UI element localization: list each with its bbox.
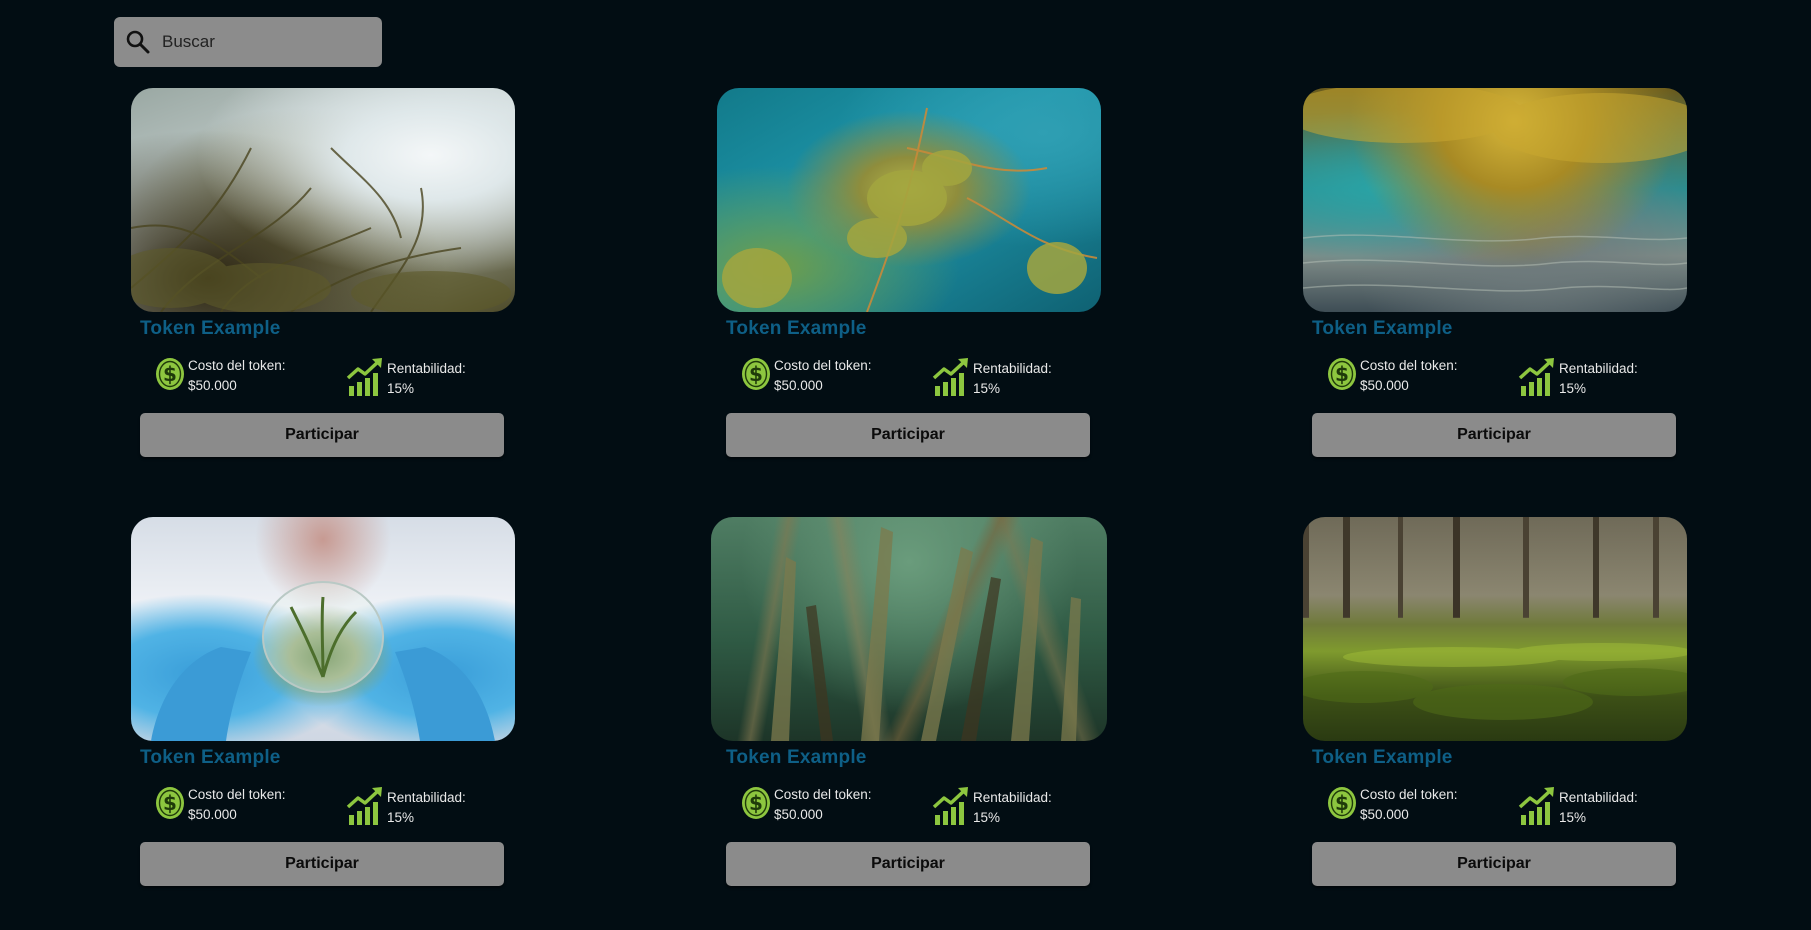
cost-value: $50.000: [774, 807, 823, 822]
token-profitability: Rentabilidad: 15%: [1518, 356, 1638, 401]
token-title: Token Example: [1312, 747, 1453, 768]
svg-text:$: $: [1335, 362, 1349, 386]
growth-chart-icon: [346, 785, 384, 830]
token-title: Token Example: [140, 318, 281, 339]
token-profitability: Rentabilidad: 15%: [932, 785, 1052, 830]
token-cost: $ Costo del token: $50.000: [155, 356, 286, 396]
token-profitability: Rentabilidad: 15%: [346, 785, 466, 830]
svg-text:$: $: [163, 791, 177, 815]
svg-text:$: $: [749, 362, 763, 386]
profit-label: Rentabilidad:: [973, 360, 1052, 376]
cost-label: Costo del token:: [774, 358, 872, 373]
token-card: Token Example $ Costo del token: $50.000: [131, 88, 531, 478]
participate-button[interactable]: Participar: [140, 413, 504, 457]
profit-value: 15%: [1559, 809, 1587, 825]
token-cost: $ Costo del token: $50.000: [741, 356, 872, 396]
growth-chart-icon: [932, 356, 970, 401]
participate-button[interactable]: Participar: [1312, 413, 1676, 457]
token-image-swamp-algae: [1303, 517, 1687, 741]
dollar-coin-icon: $: [1327, 786, 1357, 825]
token-cost: $ Costo del token: $50.000: [1327, 785, 1458, 825]
cost-label: Costo del token:: [188, 358, 286, 373]
growth-chart-icon: [932, 785, 970, 830]
cost-value: $50.000: [188, 807, 237, 822]
token-cost: $ Costo del token: $50.000: [741, 785, 872, 825]
profit-label: Rentabilidad:: [1559, 789, 1638, 805]
token-card: Token Example $ Costo del token: $50.000: [131, 517, 531, 907]
token-title: Token Example: [140, 747, 281, 768]
token-profitability: Rentabilidad: 15%: [346, 356, 466, 401]
profit-value: 15%: [1559, 380, 1587, 396]
svg-text:$: $: [749, 791, 763, 815]
cost-label: Costo del token:: [1360, 358, 1458, 373]
token-title: Token Example: [726, 318, 867, 339]
token-image-seagrass: [711, 517, 1107, 741]
cost-value: $50.000: [188, 378, 237, 393]
participate-button[interactable]: Participar: [1312, 842, 1676, 886]
token-card: Token Example $ Costo del token: $50.000: [1303, 88, 1703, 478]
search-input[interactable]: [160, 31, 364, 53]
svg-text:$: $: [1335, 791, 1349, 815]
token-image-underwater-algae: [131, 88, 515, 312]
profit-label: Rentabilidad:: [387, 789, 466, 805]
profit-label: Rentabilidad:: [387, 360, 466, 376]
search-icon: [124, 28, 152, 56]
token-marketplace-page: Token Example $ Costo del token: $50.000: [0, 0, 1811, 930]
dollar-coin-icon: $: [741, 786, 771, 825]
cost-value: $50.000: [774, 378, 823, 393]
cost-label: Costo del token:: [1360, 787, 1458, 802]
token-profitability: Rentabilidad: 15%: [1518, 785, 1638, 830]
dollar-coin-icon: $: [1327, 357, 1357, 396]
profit-label: Rentabilidad:: [973, 789, 1052, 805]
dollar-coin-icon: $: [155, 357, 185, 396]
cost-value: $50.000: [1360, 807, 1409, 822]
token-title: Token Example: [1312, 318, 1453, 339]
dollar-coin-icon: $: [155, 786, 185, 825]
token-card: Token Example $ Costo del token: $50.000: [1303, 517, 1703, 907]
token-title: Token Example: [726, 747, 867, 768]
dollar-coin-icon: $: [741, 357, 771, 396]
growth-chart-icon: [346, 356, 384, 401]
cost-value: $50.000: [1360, 378, 1409, 393]
token-image-underwater-plant: [717, 88, 1101, 312]
token-image-underwater-surface: [1303, 88, 1687, 312]
cost-label: Costo del token:: [188, 787, 286, 802]
profit-value: 15%: [973, 809, 1001, 825]
growth-chart-icon: [1518, 785, 1556, 830]
svg-text:$: $: [163, 362, 177, 386]
cost-label: Costo del token:: [774, 787, 872, 802]
growth-chart-icon: [1518, 356, 1556, 401]
participate-button[interactable]: Participar: [726, 842, 1090, 886]
token-cost: $ Costo del token: $50.000: [1327, 356, 1458, 396]
token-profitability: Rentabilidad: 15%: [932, 356, 1052, 401]
profit-value: 15%: [387, 809, 415, 825]
profit-value: 15%: [387, 380, 415, 396]
participate-button[interactable]: Participar: [140, 842, 504, 886]
profit-label: Rentabilidad:: [1559, 360, 1638, 376]
search-box[interactable]: [114, 17, 382, 67]
token-cost: $ Costo del token: $50.000: [155, 785, 286, 825]
token-card: Token Example $ Costo del token: $50.000: [711, 517, 1117, 907]
participate-button[interactable]: Participar: [726, 413, 1090, 457]
token-card: Token Example $ Costo del token: $50.000: [717, 88, 1117, 478]
token-image-scientist-petri-dish: [131, 517, 515, 741]
profit-value: 15%: [973, 380, 1001, 396]
